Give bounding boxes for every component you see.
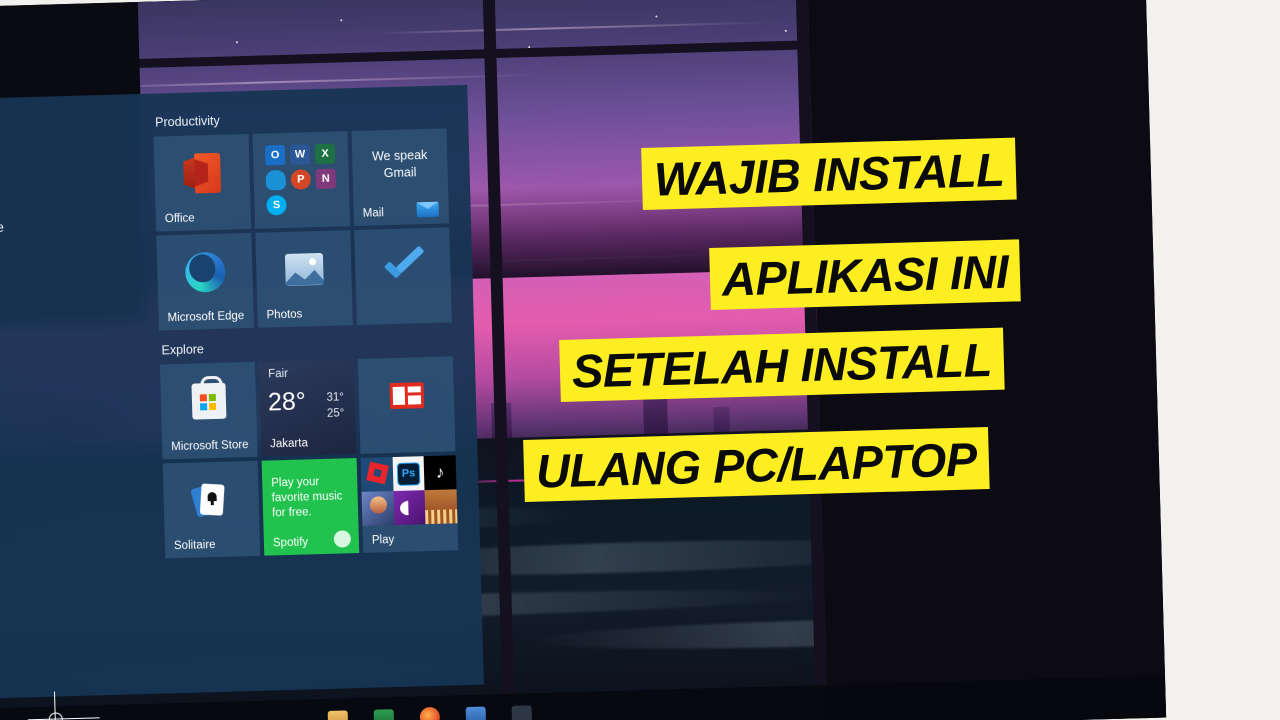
headline-banner-2: APLIKASI INI [709, 239, 1022, 310]
spotify-icon [333, 530, 352, 548]
tile-office-apps[interactable]: O W X P N S [252, 131, 351, 229]
weather-low: 25° [326, 407, 345, 420]
start-menu[interactable]: d st ution Soccer 2017 Simulator 2 A Ran… [0, 84, 484, 703]
headline-banner-1: WAJIB INSTALL [641, 137, 1018, 210]
play-group-icon: Ps ♪ [360, 455, 458, 526]
excel-icon: X [314, 143, 336, 165]
character-game-icon [361, 491, 395, 526]
todo-check-icon [354, 233, 451, 299]
tile-solitaire[interactable]: Solitaire [162, 460, 261, 559]
excel-icon[interactable] [373, 709, 395, 720]
tile-label: Photos [266, 308, 303, 322]
tile-photos[interactable]: Photos [255, 230, 353, 328]
tile-news[interactable] [357, 356, 456, 454]
onedrive-icon [265, 169, 287, 191]
powerpoint-icon: P [290, 169, 312, 190]
tile-label: Jakarta [270, 437, 309, 451]
word-icon: W [289, 144, 311, 165]
mail-message: We speak Gmail [352, 146, 448, 182]
tile-microsoft-edge[interactable]: Microsoft Edge [156, 232, 254, 331]
tile-label: Solitaire [173, 539, 216, 553]
weather-high: 31° [326, 391, 345, 404]
news-icon [358, 362, 455, 428]
tile-weather[interactable]: Fair 28° 31° 25° Jakarta [258, 359, 357, 457]
tile-group-explore: Explore Microsoft Store Fair 28° 31° 25°… [159, 335, 480, 559]
onenote-icon: N [315, 168, 337, 190]
tile-play-group[interactable]: Ps ♪ Play [360, 455, 459, 553]
spotify-message: Play your favorite music for free. [271, 474, 350, 522]
mail-message-line2: Gmail [383, 165, 417, 181]
roblox-icon [360, 457, 394, 492]
office-apps-grid-icon: O W X P N S [264, 143, 338, 217]
headline-banner-3: SETELAH INSTALL [559, 327, 1005, 402]
tile-label: Play [371, 534, 395, 547]
weather-condition: Fair [268, 367, 289, 381]
tile-microsoft-store[interactable]: Microsoft Store [159, 361, 258, 460]
app-icon[interactable] [511, 705, 533, 720]
file-explorer-icon[interactable] [327, 710, 349, 720]
tile-spotify[interactable]: Play your favorite music for free. Spoti… [261, 458, 360, 556]
mail-icon [416, 201, 439, 218]
tile-label: Microsoft Edge [167, 310, 245, 325]
store-icon [160, 368, 257, 434]
tile-label: Office [164, 212, 195, 226]
photoshop-icon: Ps [392, 456, 425, 492]
spotify-message-line3: for free. [271, 506, 312, 520]
tile-label: Microsoft Store [171, 439, 249, 454]
solitaire-icon [163, 467, 260, 533]
store-icon[interactable] [465, 706, 487, 720]
weather-high-low: 31° 25° [326, 389, 344, 422]
tile-office[interactable]: Office [153, 133, 252, 232]
tile-label: Mail [362, 207, 385, 220]
tile-label: Spotify [272, 536, 309, 550]
tile-group-productivity: Productivity Office O W X P N S We speak… [153, 107, 474, 331]
tile-group-title: Productivity [154, 113, 220, 130]
tile-mail[interactable]: We speak Gmail Mail [351, 128, 450, 227]
tiktok-icon: ♪ [423, 455, 457, 491]
dolby-icon [393, 490, 426, 526]
firefox-icon[interactable] [419, 706, 441, 720]
photos-icon [255, 236, 352, 302]
skype-icon: S [266, 194, 287, 216]
headline-banner-4: ULANG PC/LAPTOP [523, 427, 990, 502]
outlook-icon: O [264, 144, 286, 166]
start-menu-app-list[interactable]: d st ution Soccer 2017 Simulator 2 A Ran… [0, 94, 169, 703]
arena-game-icon [424, 489, 458, 525]
tile-todo[interactable] [354, 227, 452, 325]
edge-icon [156, 239, 253, 305]
spotify-message-line2: favorite music [271, 490, 343, 505]
weather-temperature: 28° [267, 387, 307, 417]
start-menu-tiles[interactable]: Productivity Office O W X P N S We speak… [152, 85, 484, 694]
tile-group-title: Explore [161, 342, 205, 358]
office-icon [154, 140, 251, 206]
